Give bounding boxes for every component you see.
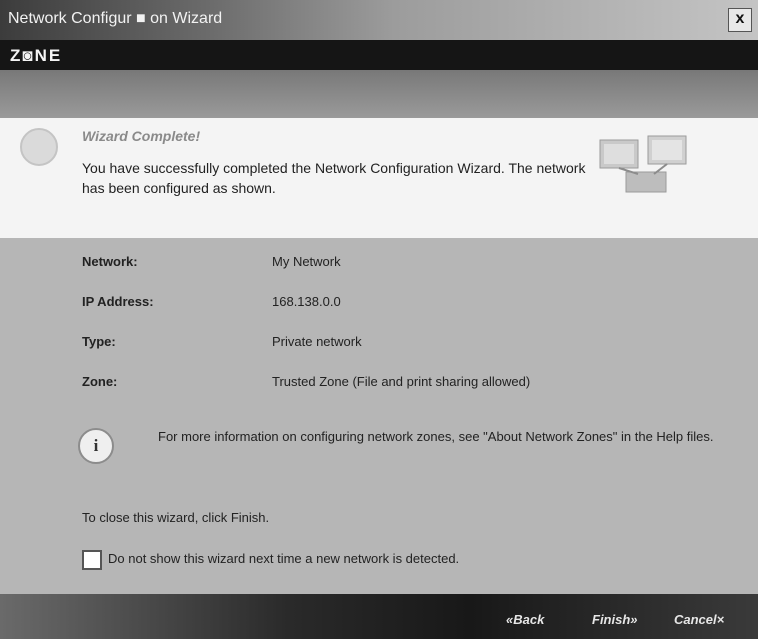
close-button[interactable]: x bbox=[728, 8, 752, 32]
ip-address-value: 168.138.0.0 bbox=[272, 294, 341, 309]
brand-banner: Z◙NE bbox=[0, 40, 758, 118]
dont-show-checkbox-label[interactable]: Do not show this wizard next time a new … bbox=[108, 551, 459, 566]
network-value: My Network bbox=[272, 254, 341, 269]
brand-bar: Z◙NE bbox=[0, 40, 758, 70]
info-icon: i bbox=[78, 428, 114, 464]
dont-show-checkbox[interactable] bbox=[82, 550, 102, 570]
wizard-header: Wizard Complete! You have successfully c… bbox=[0, 118, 758, 238]
ip-address-label: IP Address: bbox=[82, 294, 154, 309]
wizard-window: Network Configur ■ on Wizard x Z◙NE Wiza… bbox=[0, 0, 758, 639]
finish-button[interactable]: Finish» bbox=[592, 612, 638, 627]
wizard-title: Wizard Complete! bbox=[82, 128, 201, 144]
network-label: Network: bbox=[82, 254, 138, 269]
back-button[interactable]: «Back bbox=[506, 612, 544, 627]
zone-value: Trusted Zone (File and print sharing all… bbox=[272, 374, 531, 389]
type-label: Type: bbox=[82, 334, 116, 349]
cancel-button[interactable]: Cancel× bbox=[674, 612, 724, 627]
network-computers-icon bbox=[599, 135, 687, 193]
type-value: Private network bbox=[272, 334, 362, 349]
zone-logo: Z◙NE bbox=[10, 46, 63, 65]
info-text: For more information on configuring netw… bbox=[158, 429, 714, 444]
button-bar: «Back Finish» Cancel× bbox=[0, 594, 758, 639]
title-bar[interactable]: Network Configur ■ on Wizard x bbox=[0, 0, 758, 40]
window-title: Network Configur ■ on Wizard bbox=[8, 10, 223, 27]
wizard-icon bbox=[20, 128, 58, 166]
zone-label: Zone: bbox=[82, 374, 118, 389]
wizard-description: You have successfully completed the Netw… bbox=[82, 160, 586, 196]
close-instructions: To close this wizard, click Finish. bbox=[82, 510, 270, 525]
